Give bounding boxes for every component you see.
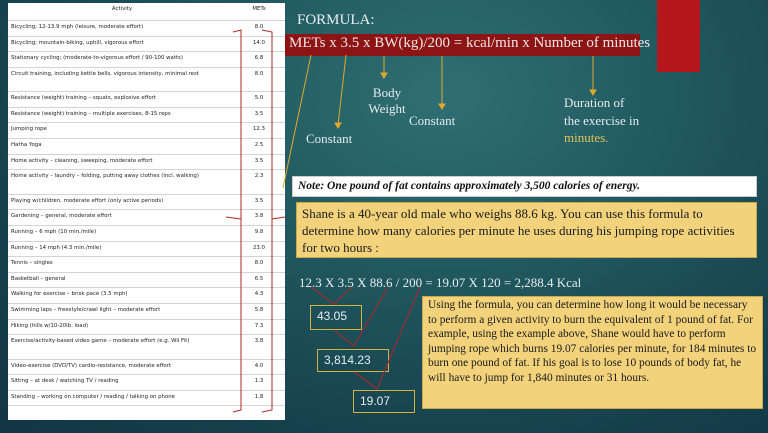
arrowhead-icon (589, 89, 597, 96)
connector-step-3 (353, 286, 421, 390)
connector-step-1 (310, 286, 353, 305)
arrowhead-icon (438, 103, 446, 110)
arrowhead-icon (334, 122, 342, 129)
step-connectors (310, 286, 421, 390)
yellow-arrows (282, 54, 597, 189)
constant-arrow-1 (337, 54, 347, 126)
bracket-left (232, 29, 242, 413)
arrowhead-icon (380, 72, 388, 79)
red-bracket (225, 29, 286, 413)
bracket-right (261, 29, 273, 413)
bracket-notch (225, 216, 286, 220)
annotation-lines (225, 29, 597, 413)
mets-pointer-line (282, 54, 312, 189)
